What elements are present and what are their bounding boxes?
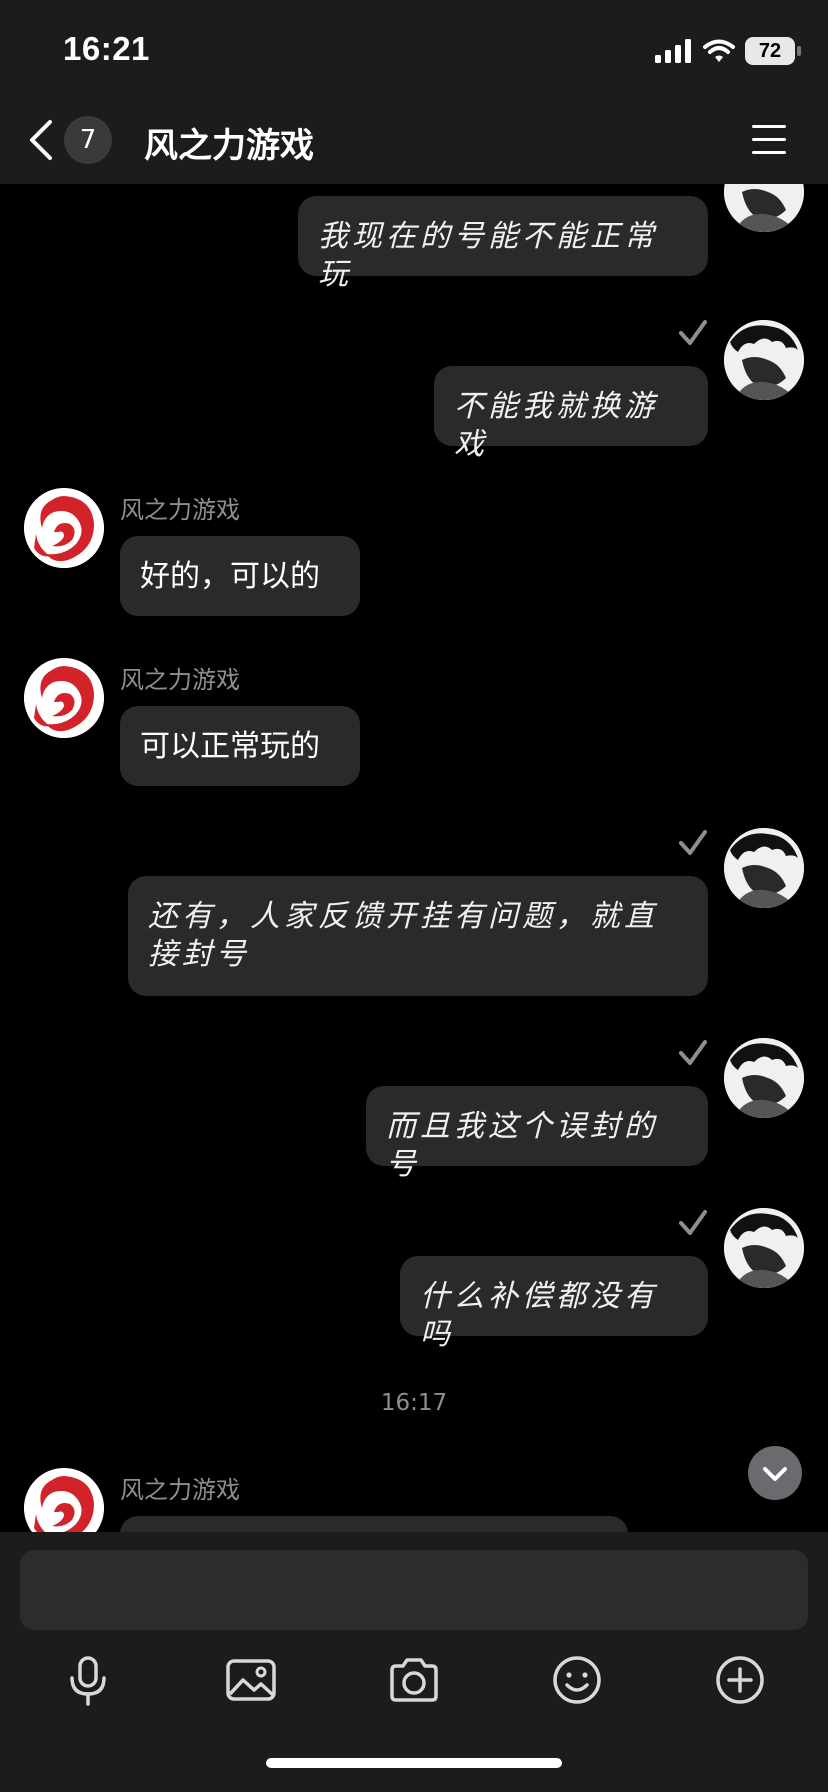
message-bubble-outgoing[interactable]: 还有，人家反馈开挂有问题，就直接封号	[128, 876, 708, 996]
read-check-icon	[679, 1040, 707, 1065]
unread-count-badge[interactable]: 7	[64, 116, 112, 164]
status-bar: 16:21 72	[0, 0, 828, 98]
contact-avatar[interactable]	[24, 1468, 104, 1532]
sender-name: 风之力游戏	[120, 666, 240, 694]
message-input[interactable]	[20, 1550, 808, 1630]
message-bubble-outgoing[interactable]: 什么补偿都没有吗	[400, 1256, 708, 1352]
menu-icon[interactable]	[750, 122, 788, 158]
scroll-to-bottom-button[interactable]	[748, 1446, 802, 1500]
status-icons: 72	[655, 34, 801, 68]
message-bubble-incoming[interactable]: 可以正常玩的	[120, 706, 360, 786]
user-avatar[interactable]	[724, 184, 804, 232]
user-avatar-image	[724, 1038, 804, 1118]
message-bubble-outgoing[interactable]: 我现在的号能不能正常玩	[298, 196, 708, 292]
user-avatar[interactable]	[724, 1038, 804, 1118]
user-avatar-image	[724, 320, 804, 400]
contact-avatar[interactable]	[24, 488, 104, 568]
chat-title: 风之力游戏	[144, 126, 314, 166]
emoji-icon[interactable]	[549, 1652, 605, 1708]
plus-icon[interactable]	[712, 1652, 768, 1708]
composer-bar	[0, 1532, 828, 1792]
sender-name: 风之力游戏	[120, 1476, 240, 1504]
message-bubble-incoming[interactable]: 好的，可以的	[120, 536, 360, 616]
camera-icon[interactable]	[386, 1652, 442, 1708]
user-avatar[interactable]	[724, 828, 804, 908]
time-separator: 16:17	[380, 1390, 448, 1416]
chevron-down-icon	[763, 1467, 787, 1481]
battery-indicator: 72	[745, 37, 801, 65]
signal-icon	[655, 39, 691, 63]
read-check-icon	[679, 1210, 707, 1235]
message-bubble-outgoing[interactable]: 不能我就换游戏	[434, 366, 708, 462]
back-icon[interactable]	[24, 118, 60, 162]
message-bubble-incoming[interactable]	[120, 1516, 628, 1532]
read-check-icon	[679, 830, 707, 855]
message-list[interactable]: 我现在的号能不能正常玩 不能我就换游戏 风之力游戏 好的，可以的 风之力游戏 可…	[0, 184, 828, 1532]
chat-header: 7 风之力游戏	[0, 98, 828, 185]
user-avatar[interactable]	[724, 1208, 804, 1288]
user-avatar-image	[724, 828, 804, 908]
microphone-icon[interactable]	[60, 1652, 116, 1708]
contact-avatar[interactable]	[24, 658, 104, 738]
status-time: 16:21	[63, 30, 150, 67]
home-indicator[interactable]	[266, 1758, 562, 1768]
message-bubble-outgoing[interactable]: 而且我这个误封的号	[366, 1086, 708, 1182]
user-avatar-image	[724, 1208, 804, 1288]
wifi-icon	[703, 39, 735, 62]
sender-name: 风之力游戏	[120, 496, 240, 524]
read-check-icon	[679, 320, 707, 345]
brand-logo-icon	[24, 488, 104, 568]
user-avatar-image	[724, 184, 804, 232]
image-icon[interactable]	[223, 1652, 279, 1708]
brand-logo-icon	[24, 658, 104, 738]
brand-logo-icon	[24, 1468, 104, 1532]
user-avatar[interactable]	[724, 320, 804, 400]
